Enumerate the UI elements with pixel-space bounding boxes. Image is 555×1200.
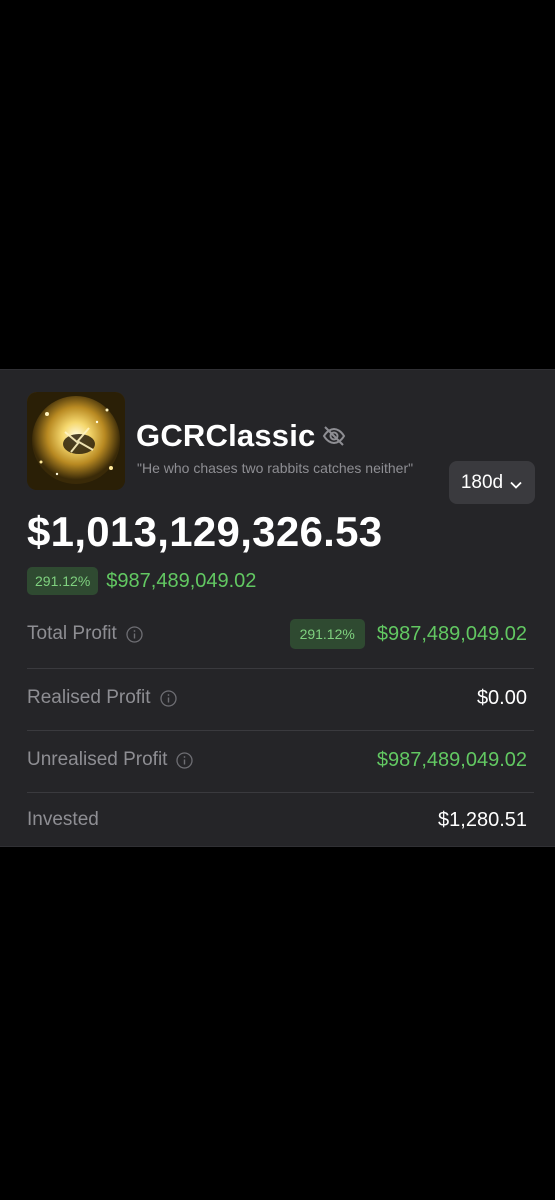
chevron-down-icon	[509, 476, 523, 490]
info-icon[interactable]	[159, 689, 177, 707]
screen: GCRClassic "He who chases two rabbits ca…	[0, 0, 555, 1200]
profit-percent-badge: 291.12%	[289, 619, 365, 649]
stat-row-total-profit: Total Profit 291.12% $987,489,049.02	[27, 604, 527, 664]
profile-tagline: "He who chases two rabbits catches neith…	[137, 460, 414, 476]
balance-change-row: 291.12% $987,489,049.02	[27, 567, 256, 595]
profile-name-row: GCRClassic	[136, 416, 347, 456]
stat-value: $0.00	[476, 686, 527, 709]
stat-value: $1,280.51	[438, 808, 527, 831]
period-selector-label: 180d	[460, 471, 504, 493]
stat-row-realised-profit: Realised Profit $0.00	[27, 668, 527, 728]
stat-label: Invested	[27, 809, 99, 831]
stat-label: Unrealised Profit	[27, 749, 194, 771]
change-percent-badge: 291.12%	[27, 567, 99, 595]
stat-label: Total Profit	[27, 623, 143, 645]
stat-value: $987,489,049.02	[376, 748, 527, 771]
eye-off-icon[interactable]	[321, 423, 347, 449]
period-selector-button[interactable]: 180d	[449, 461, 535, 504]
profile-name: GCRClassic	[136, 418, 316, 453]
stat-row-invested: Invested $1,280.51	[27, 790, 527, 850]
stat-value-group: 291.12% $987,489,049.02	[289, 619, 527, 649]
stat-row-unrealised-profit: Unrealised Profit $987,489,049.02	[27, 730, 527, 790]
stat-label: Realised Profit	[27, 687, 177, 709]
portfolio-card: GCRClassic "He who chases two rabbits ca…	[0, 369, 555, 847]
stat-label-text: Invested	[27, 809, 99, 830]
stat-label-text: Total Profit	[27, 623, 117, 644]
total-balance: $1,013,129,326.53	[27, 508, 383, 555]
stat-label-text: Realised Profit	[27, 687, 151, 708]
stat-label-text: Unrealised Profit	[27, 749, 168, 770]
golden-orb-avatar-icon	[27, 392, 125, 490]
info-icon[interactable]	[176, 751, 194, 769]
stat-value: $987,489,049.02	[376, 622, 527, 645]
change-amount: $987,489,049.02	[106, 569, 257, 592]
info-icon[interactable]	[126, 625, 143, 643]
avatar[interactable]	[27, 392, 125, 490]
